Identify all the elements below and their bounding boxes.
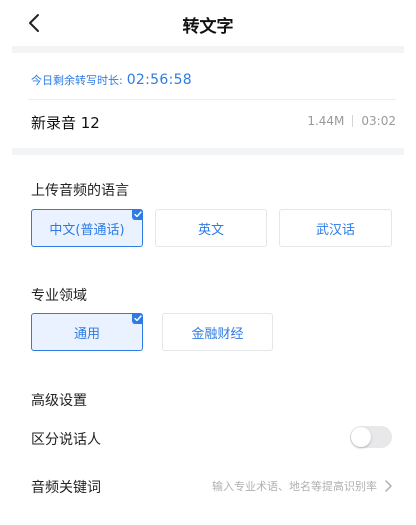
meta-separator <box>352 115 354 127</box>
page-title: 转文字 <box>182 17 234 37</box>
check-icon <box>132 313 143 324</box>
speaker-diarization-toggle[interactable] <box>350 426 392 448</box>
domain-section-title: 专业领域 <box>31 288 87 304</box>
language-option-english[interactable]: 英文 <box>155 209 267 247</box>
option-label: 武汉话 <box>315 222 355 238</box>
header: 转文字 <box>0 0 416 46</box>
option-label: 中文(普通话) <box>49 222 125 238</box>
language-option-mandarin[interactable]: 中文(普通话) <box>31 209 143 247</box>
language-option-wuhan[interactable]: 武汉话 <box>279 209 392 247</box>
language-section-title: 上传音频的语言 <box>31 183 129 199</box>
domain-option-finance[interactable]: 金融财经 <box>162 313 273 351</box>
divider <box>28 99 396 100</box>
toggle-knob <box>351 427 371 447</box>
check-icon <box>132 209 143 220</box>
recording-name: 新录音 12 <box>31 114 100 132</box>
section-divider <box>12 148 404 155</box>
domain-option-general[interactable]: 通用 <box>31 313 143 351</box>
option-label: 金融财经 <box>191 326 244 342</box>
chevron-right-icon <box>385 480 392 492</box>
quota-value: 02:56:58 <box>126 72 192 88</box>
speaker-diarization-label: 区分说话人 <box>31 432 101 448</box>
remaining-quota: 今日剩余转写时长: 02:56:58 <box>31 72 192 88</box>
section-divider <box>12 46 404 53</box>
quota-label: 今日剩余转写时长: <box>31 74 123 87</box>
audio-keyword-label: 音频关键词 <box>31 480 101 496</box>
audio-keyword-field[interactable]: 输入专业术语、地名等提高识别率 <box>212 478 392 494</box>
recording-meta: 1.44M 03:02 <box>307 114 396 128</box>
recording-size: 1.44M <box>307 114 345 128</box>
keyword-placeholder: 输入专业术语、地名等提高识别率 <box>212 480 377 493</box>
recording-duration: 03:02 <box>361 114 396 128</box>
option-label: 英文 <box>197 222 224 238</box>
option-label: 通用 <box>73 326 100 342</box>
advanced-section-title: 高级设置 <box>31 393 87 409</box>
